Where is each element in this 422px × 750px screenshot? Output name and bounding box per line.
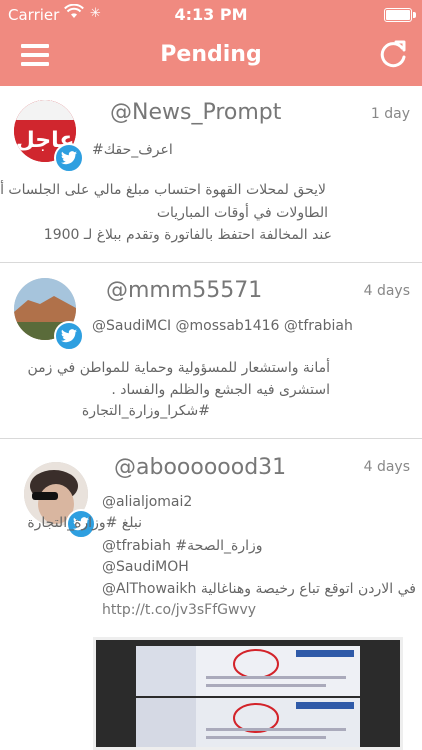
twitter-bird-icon (54, 143, 84, 173)
tweet-time: 4 days (363, 459, 410, 475)
tweet-text-line: أمانة واستشعار للمسؤولية وحماية للمواطن … (27, 360, 330, 376)
tweet-handle[interactable]: @News_Prompt (110, 100, 281, 125)
tweet-link[interactable]: http://t.co/jv3sFfGwvy (102, 602, 256, 618)
status-bar: Carrier ✳ 4:13 PM (0, 0, 422, 30)
tweet-time: 4 days (363, 283, 410, 299)
tweet-text-line: لايحق لمحلات القهوة احتساب مبلغ مالي على… (0, 182, 326, 198)
tweet-text-line: #شكرا_وزارة_التجارة (81, 403, 210, 419)
navigation-bar: Pending (0, 30, 422, 86)
tweet-text-line: @AlThowaikh في الاردن اتوقع تباع رخيصة و… (102, 581, 416, 597)
status-time: 4:13 PM (174, 5, 248, 24)
twitter-bird-icon (54, 321, 84, 351)
header-bar: Carrier ✳ 4:13 PM Pending (0, 0, 422, 86)
battery-icon (384, 8, 416, 22)
tweet-photo[interactable] (93, 637, 403, 750)
tweet-item[interactable]: عاجل @News_Prompt 1 day #اعرف_حقك لايحق … (0, 86, 422, 263)
tweet-item[interactable]: @mmm55571 4 days @SaudiMCI @mossab1416 @… (0, 262, 422, 439)
tweet-text-line[interactable]: @alialjomai2 (102, 494, 192, 510)
tweet-text-line[interactable]: @SaudiMCI @mossab1416 @tfrabiah (92, 318, 353, 334)
page-title: Pending (160, 42, 262, 67)
tweet-handle[interactable]: @abooooood31 (114, 455, 286, 480)
tweet-text-line: @tfrabiah #وزارة_الصحة (102, 538, 263, 554)
refresh-icon[interactable] (376, 38, 410, 72)
tweet-handle[interactable]: @mmm55571 (106, 278, 262, 303)
tweet-text-line[interactable]: #اعرف_حقك (92, 142, 173, 158)
tweet-text-line: نبلغ #وزارة_التجارة (27, 515, 142, 531)
tweet-text-line: استشرى فيه الجشع والظلم والفساد . (111, 382, 330, 398)
tweet-time: 1 day (370, 106, 410, 122)
tweet-text-line: عند المخالفة احتفظ بالفاتورة وتقدم ببلاغ… (43, 227, 332, 243)
tweet-text-line: الطاولات في أوقات المباريات (156, 205, 328, 221)
tweet-text-line[interactable]: @SaudiMOH (102, 559, 189, 575)
